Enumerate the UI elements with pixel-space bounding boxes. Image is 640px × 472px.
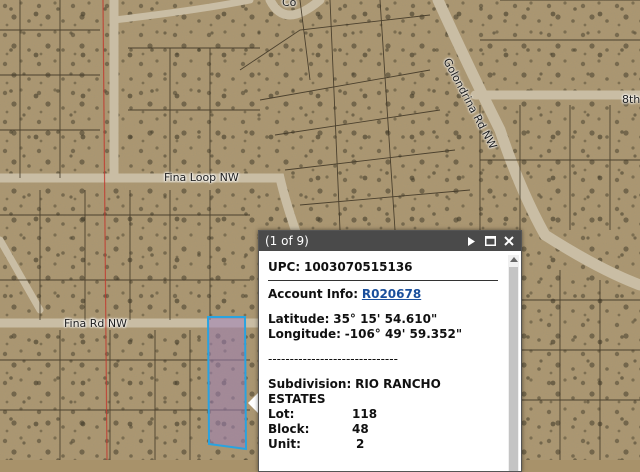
- longitude-value: -106° 49' 59.352": [344, 327, 463, 341]
- maximize-button[interactable]: [482, 234, 498, 248]
- maximize-icon: [484, 236, 496, 246]
- subdivision-value: RIO RANCHO: [355, 377, 441, 391]
- road-label-8th: 8th: [622, 93, 640, 106]
- selected-parcel: [206, 316, 248, 451]
- latitude-value: 35° 15' 54.610": [333, 312, 438, 326]
- road-label-co: Co: [282, 0, 297, 9]
- scroll-up-icon[interactable]: [510, 257, 518, 262]
- road-label-fina-loop: Fina Loop NW: [164, 171, 239, 184]
- subdivision-value-cont: ESTATES: [268, 392, 326, 406]
- separator-line: ------------------------------: [268, 352, 398, 366]
- latitude-label: Latitude:: [268, 312, 330, 326]
- lot-label: Lot:: [268, 407, 295, 421]
- account-link[interactable]: R020678: [362, 287, 421, 301]
- close-icon: [504, 236, 514, 246]
- popup-counter: (1 of 9): [265, 234, 309, 248]
- divider: [268, 280, 498, 281]
- block-value: 48: [352, 422, 369, 436]
- unit-value: 2: [356, 437, 365, 451]
- info-popup: (1 of 9) UPC: 1003070515136 Account Info…: [258, 230, 522, 472]
- popup-content: UPC: 1003070515136 Account Info: R020678…: [259, 252, 507, 471]
- subdivision-label: Subdivision:: [268, 377, 352, 391]
- longitude-label: Longitude:: [268, 327, 341, 341]
- upc-value: 1003070515136: [303, 260, 413, 274]
- account-label: Account Info:: [268, 287, 359, 301]
- play-icon: [467, 236, 475, 246]
- popup-scrollbar[interactable]: [508, 255, 519, 471]
- road-label-fina-rd: Fina Rd NW: [64, 317, 128, 330]
- block-label: Block:: [268, 422, 310, 436]
- close-button[interactable]: [501, 234, 517, 248]
- lot-value: 118: [352, 407, 378, 421]
- scroll-thumb[interactable]: [509, 267, 518, 471]
- next-feature-button[interactable]: [463, 234, 479, 248]
- unit-label: Unit:: [268, 437, 301, 451]
- popup-header: (1 of 9): [259, 231, 521, 251]
- upc-label: UPC:: [268, 260, 301, 274]
